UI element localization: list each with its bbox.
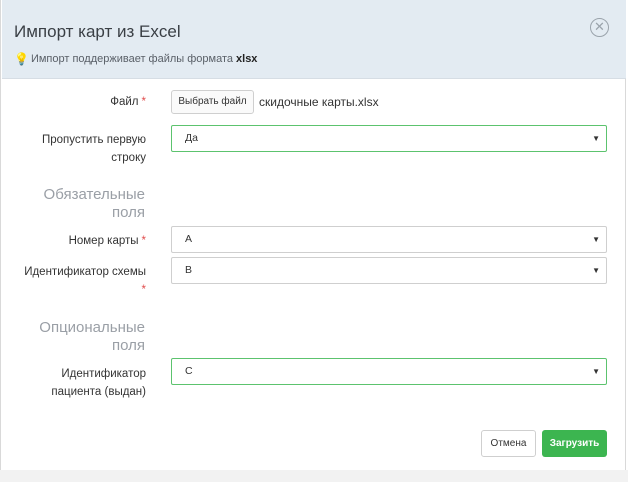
hint-text: Импорт поддерживает файлы формата: [30, 53, 234, 65]
close-icon[interactable]: ✕: [590, 18, 609, 37]
caret-down-icon: ▼: [592, 266, 600, 275]
caret-down-icon: ▼: [592, 235, 600, 244]
patient-id-label: Идентификатор пациента (выдан): [21, 365, 146, 401]
hint-format: xlsx: [236, 53, 258, 65]
skip-first-row-value: Да: [185, 132, 198, 144]
upload-button[interactable]: Загрузить: [542, 430, 607, 457]
patient-id-value: C: [185, 365, 193, 377]
dialog-header: Импорт карт из Excel ✕ 💡 Импорт поддержи…: [2, 0, 626, 79]
required-marker: *: [141, 235, 146, 247]
skip-first-row-label-line1: Пропустить первую: [41, 134, 146, 146]
caret-down-icon: ▼: [592, 367, 600, 376]
card-number-label-text: Номер карты: [68, 235, 139, 247]
dialog-title: Импорт карт из Excel: [14, 22, 181, 41]
skip-first-row-select[interactable]: Да ▼: [171, 125, 607, 152]
import-cards-dialog: Импорт карт из Excel ✕ 💡 Импорт поддержи…: [0, 0, 626, 482]
optional-heading-line2: поля: [111, 337, 145, 354]
cancel-button[interactable]: Отмена: [481, 430, 536, 457]
lightbulb-icon: 💡: [14, 52, 29, 66]
card-number-label: Номер карты *: [21, 232, 146, 250]
scheme-id-select[interactable]: B ▼: [171, 257, 607, 284]
caret-down-icon: ▼: [592, 134, 600, 143]
required-marker: *: [141, 96, 146, 108]
patient-id-label-line2: пациента (выдан): [51, 386, 146, 398]
format-hint: 💡 Импорт поддерживает файлы формата xlsx: [14, 52, 257, 66]
optional-fields-heading: Опциональные поля: [21, 319, 145, 355]
skip-first-row-label: Пропустить первую строку: [21, 131, 146, 167]
scheme-id-label: Идентификатор схемы *: [11, 263, 146, 299]
page-backdrop: [0, 470, 628, 482]
file-label-text: Файл: [110, 96, 139, 108]
file-label: Файл *: [41, 93, 146, 111]
scheme-id-value: B: [185, 264, 193, 276]
card-number-value: A: [185, 233, 193, 245]
scheme-id-label-text: Идентификатор схемы: [24, 266, 146, 278]
optional-heading-line1: Опциональные: [39, 319, 145, 336]
patient-id-label-line1: Идентификатор: [61, 368, 146, 380]
required-heading-line1: Обязательные: [43, 186, 145, 203]
card-number-select[interactable]: A ▼: [171, 226, 607, 253]
required-marker: *: [141, 284, 146, 296]
required-fields-heading: Обязательные поля: [21, 186, 145, 222]
choose-file-button[interactable]: Выбрать файл: [171, 90, 254, 114]
patient-id-select[interactable]: C ▼: [171, 358, 607, 385]
selected-file-name: скидочные карты.xlsx: [259, 95, 379, 109]
skip-first-row-label-line2: строку: [111, 152, 146, 164]
required-heading-line2: поля: [111, 204, 145, 221]
